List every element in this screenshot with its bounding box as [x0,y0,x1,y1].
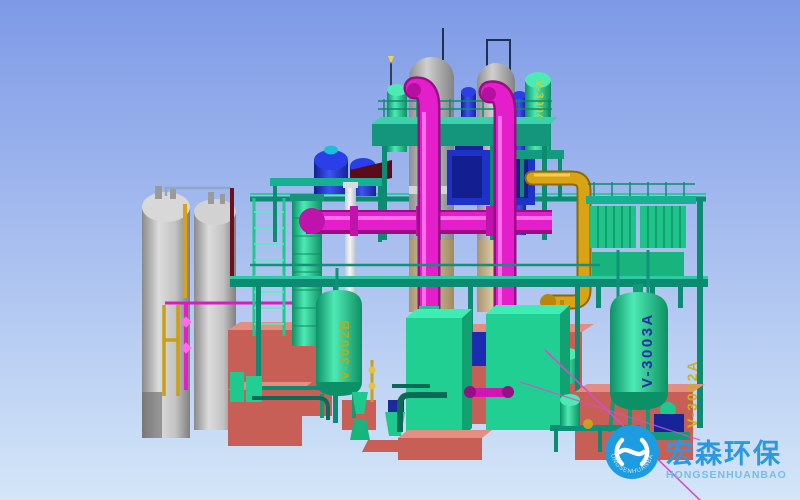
model-viewport[interactable]: V-3004 [0,0,800,500]
plant-3d-render: V-3004 [0,0,800,500]
storage-tanks [142,186,236,438]
foundation-under-box1 [398,430,492,460]
vessel-v3002b-label: V-3002B [337,319,352,380]
vessel-v3003a-label: V-3003A [639,312,656,388]
brand-name-cn: 宏森环保 [666,438,782,469]
vessel-v3002a-label: V-3002A [684,360,700,428]
green-box-2 [486,305,570,430]
green-box-1 [406,309,472,438]
brand-name-en: HONGSENHUANBAO [666,469,787,481]
